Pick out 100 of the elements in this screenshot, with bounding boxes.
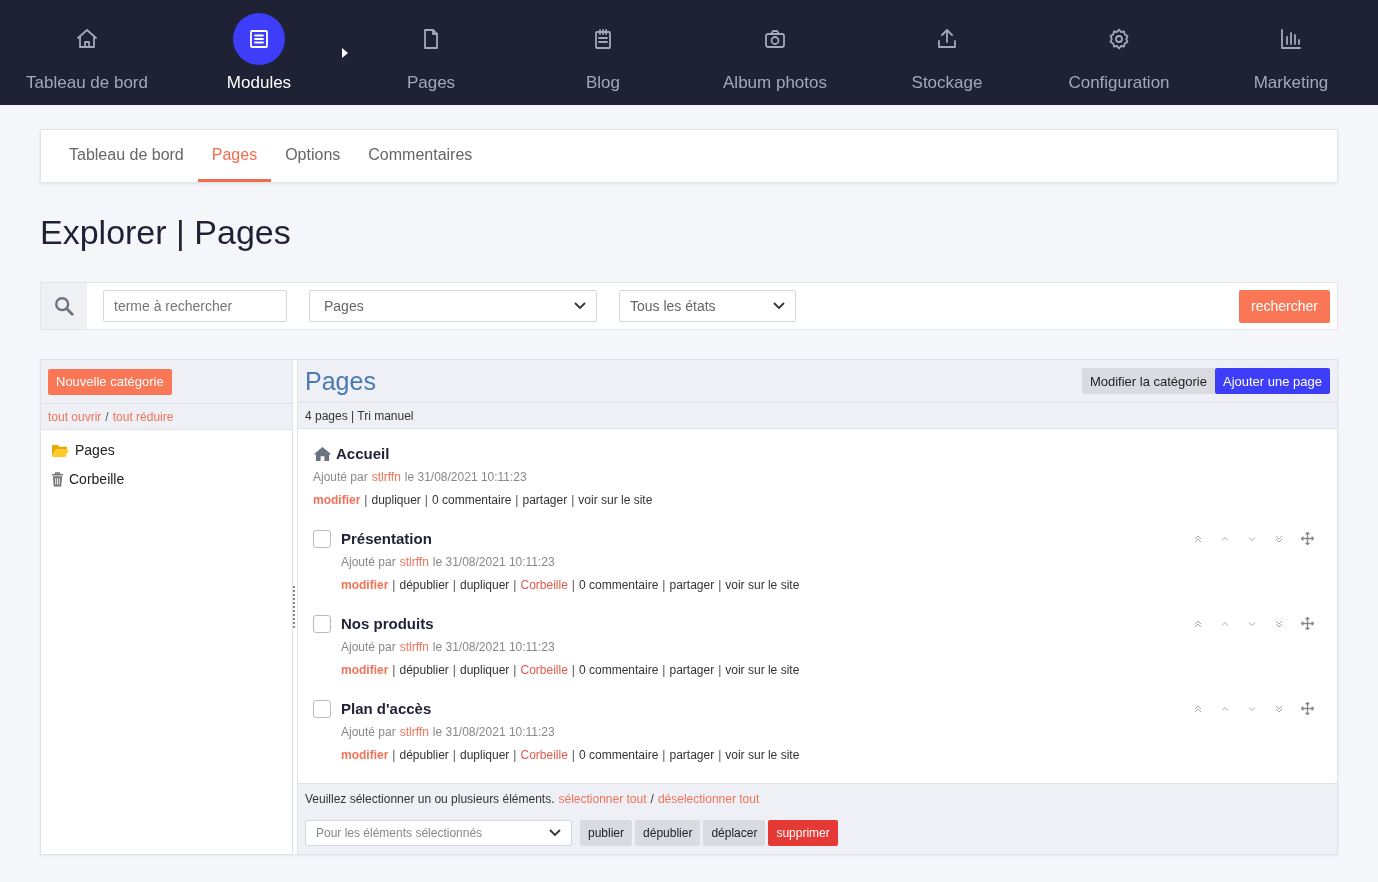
double-chevron-up-icon[interactable] bbox=[1193, 533, 1203, 544]
row-checkbox[interactable] bbox=[313, 614, 331, 633]
search-icon bbox=[53, 295, 75, 317]
double-chevron-down-icon[interactable] bbox=[1274, 703, 1284, 714]
move-icon[interactable] bbox=[1301, 532, 1314, 546]
action-link[interactable]: 0 commentaire bbox=[578, 662, 659, 677]
double-chevron-up-icon[interactable] bbox=[1193, 703, 1203, 714]
separator: | bbox=[571, 577, 575, 592]
separator: | bbox=[662, 577, 666, 592]
action-link[interactable]: dupliquer bbox=[459, 747, 510, 762]
separator: | bbox=[452, 662, 456, 677]
selection-message: Veuillez sélectionner un ou plusieurs éléments. bbox=[305, 791, 555, 806]
tab[interactable]: Commentaires bbox=[354, 130, 487, 182]
action-link[interactable]: dépublier bbox=[399, 662, 449, 677]
search-field[interactable]: terme à rechercher bbox=[103, 290, 287, 322]
row-checkbox[interactable] bbox=[313, 699, 331, 718]
category-dropdown[interactable]: Pages bbox=[309, 290, 597, 322]
header-button[interactable]: Modifier la catégorie bbox=[1081, 368, 1215, 395]
page-title-link[interactable]: Présentation bbox=[341, 530, 432, 548]
action-link[interactable]: 0 commentaire bbox=[431, 492, 512, 507]
header-button[interactable]: Ajouter une page bbox=[1214, 368, 1330, 395]
tree-item[interactable]: Corbeille bbox=[69, 471, 125, 487]
separator: | bbox=[392, 662, 396, 677]
nav-item[interactable]: Stockage bbox=[861, 12, 1033, 93]
upload-icon bbox=[935, 26, 959, 51]
nav-item[interactable]: Configuration bbox=[1033, 12, 1205, 93]
separator: | bbox=[392, 577, 396, 592]
nav-item[interactable]: Tableau de bord bbox=[1, 12, 173, 93]
action-link[interactable]: dépublier bbox=[399, 747, 449, 762]
double-chevron-down-icon[interactable] bbox=[1274, 533, 1284, 544]
action-link[interactable]: 0 commentaire bbox=[578, 577, 659, 592]
trash-icon bbox=[51, 471, 64, 487]
section-title: Pages bbox=[305, 366, 376, 396]
action-link[interactable]: Corbeille bbox=[520, 747, 568, 762]
action-link[interactable]: partager bbox=[669, 747, 715, 762]
action-link[interactable]: voir sur le site bbox=[725, 662, 800, 677]
chevron-down-icon bbox=[773, 302, 785, 310]
tree-item[interactable]: Pages bbox=[75, 442, 115, 458]
double-chevron-down-icon[interactable] bbox=[1274, 618, 1284, 629]
state-dropdown[interactable]: Tous les états bbox=[619, 290, 796, 322]
separator: | bbox=[424, 492, 428, 507]
separator: | bbox=[718, 577, 722, 592]
chevron-down-icon bbox=[574, 302, 586, 310]
separator: | bbox=[452, 747, 456, 762]
caret-icon bbox=[341, 46, 349, 59]
added-by-label: Ajouté par bbox=[341, 554, 396, 569]
separator: | bbox=[515, 492, 519, 507]
resize-handle[interactable] bbox=[293, 586, 297, 628]
action-link[interactable]: dupliquer bbox=[459, 662, 510, 677]
action-link[interactable]: partager bbox=[522, 492, 568, 507]
separator: | bbox=[662, 662, 666, 677]
slash-separator: / bbox=[105, 409, 109, 424]
tab[interactable]: Tableau de bord bbox=[55, 130, 198, 182]
nav-item[interactable]: Album photos bbox=[689, 12, 861, 93]
slash-separator: / bbox=[650, 791, 654, 806]
gear-icon bbox=[1107, 26, 1131, 51]
action-link[interactable]: dépublier bbox=[399, 577, 449, 592]
page-count-summary: 4 pages | Tri manuel bbox=[305, 408, 414, 423]
nav-item[interactable]: Blog bbox=[517, 12, 689, 93]
added-by-label: Ajouté par bbox=[341, 724, 396, 739]
page-title-link[interactable]: Plan d'accès bbox=[341, 700, 432, 718]
nav-item[interactable]: Modules bbox=[173, 12, 345, 93]
action-link[interactable]: Corbeille bbox=[520, 662, 568, 677]
double-chevron-up-icon[interactable] bbox=[1193, 618, 1203, 629]
action-link[interactable]: partager bbox=[669, 577, 715, 592]
separator: | bbox=[513, 577, 517, 592]
page-title-link[interactable]: Nos produits bbox=[341, 615, 434, 633]
tab[interactable]: Options bbox=[271, 130, 355, 182]
separator: | bbox=[364, 492, 368, 507]
action-link[interactable]: voir sur le site bbox=[578, 492, 653, 507]
nav-item[interactable]: Marketing bbox=[1205, 12, 1377, 93]
bulk-action-button[interactable]: déplacer bbox=[703, 819, 766, 846]
action-link[interactable]: dupliquer bbox=[371, 492, 421, 507]
bulk-action-dropdown[interactable]: Pour les éléments sélectionnés bbox=[305, 819, 572, 846]
separator: | bbox=[718, 747, 722, 762]
date-text: le 31/08/2021 10:11:23 bbox=[432, 554, 555, 569]
page-title: Explorer | Pages bbox=[40, 213, 292, 252]
separator: | bbox=[662, 747, 666, 762]
action-link[interactable]: 0 commentaire bbox=[578, 747, 659, 762]
home-icon bbox=[75, 26, 99, 51]
folder-icon bbox=[51, 442, 70, 458]
bulk-action-button[interactable]: supprimer bbox=[768, 819, 838, 846]
action-link[interactable]: voir sur le site bbox=[725, 577, 800, 592]
added-by-label: Ajouté par bbox=[313, 469, 368, 484]
bulk-action-button[interactable]: publier bbox=[580, 819, 633, 846]
action-link[interactable]: dupliquer bbox=[459, 577, 510, 592]
action-link[interactable]: voir sur le site bbox=[725, 747, 800, 762]
action-link[interactable]: Corbeille bbox=[520, 577, 568, 592]
separator: | bbox=[513, 747, 517, 762]
page-title-link[interactable]: Accueil bbox=[336, 445, 390, 463]
bulk-action-button[interactable]: dépublier bbox=[635, 819, 701, 846]
row-checkbox[interactable] bbox=[313, 529, 331, 548]
date-text: le 31/08/2021 10:11:23 bbox=[432, 639, 555, 654]
nav-item[interactable]: Pages bbox=[345, 12, 517, 93]
move-icon[interactable] bbox=[1301, 617, 1314, 631]
separator: | bbox=[452, 577, 456, 592]
action-link[interactable]: partager bbox=[669, 662, 715, 677]
added-by-label: Ajouté par bbox=[341, 639, 396, 654]
move-icon[interactable] bbox=[1301, 702, 1314, 716]
chart-icon bbox=[1279, 26, 1303, 51]
